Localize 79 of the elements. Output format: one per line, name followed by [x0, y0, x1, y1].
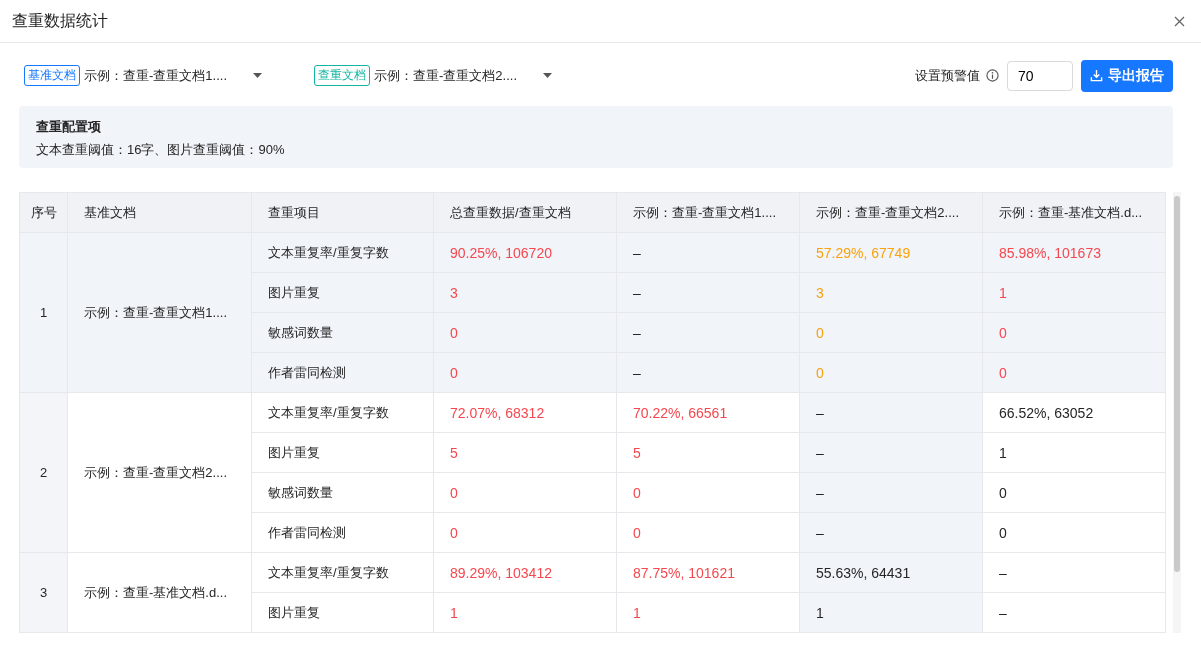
column-header: 示例：查重-查重文档1.... [616, 192, 800, 233]
baseline-select[interactable]: 示例：查重-查重文档1.... [84, 62, 262, 89]
table-cell: – [799, 472, 983, 513]
table-cell: – [616, 312, 800, 353]
table-cell: – [799, 512, 983, 553]
caret-icon [543, 73, 553, 78]
info-icon[interactable] [986, 69, 999, 82]
table-cell: 0 [982, 312, 1166, 353]
table-cell: – [616, 272, 800, 313]
column-header: 总查重数据/查重文档 [433, 192, 617, 233]
export-button[interactable]: 导出报告 [1081, 59, 1173, 92]
table-cell: 作者雷同检测 [251, 512, 434, 553]
table-cell: 0 [799, 312, 983, 353]
column-header: 序号 [19, 192, 68, 233]
scrollbar[interactable] [1173, 192, 1181, 633]
table-cell: 70.22%, 66561 [616, 392, 800, 433]
table-cell: 示例：查重-基准文档.d... [67, 552, 252, 633]
table-cell: – [616, 352, 800, 393]
column-header: 查重项目 [251, 192, 434, 233]
compare-tag: 查重文档 [314, 65, 370, 86]
table-cell: – [799, 432, 983, 473]
table-cell: 57.29%, 67749 [799, 232, 983, 273]
table-cell: 1 [982, 432, 1166, 473]
close-icon[interactable] [1174, 15, 1185, 27]
table-cell: 1 [982, 272, 1166, 313]
table-cell: 0 [982, 512, 1166, 553]
table-cell: 3 [433, 272, 617, 313]
caret-icon [253, 73, 262, 78]
table-cell: 图片重复 [251, 272, 434, 313]
table-cell: 敏感词数量 [251, 312, 434, 353]
column-header: 示例：查重-查重文档2.... [799, 192, 983, 233]
table-cell: 1 [799, 592, 983, 633]
table-cell: 文本重复率/重复字数 [251, 392, 434, 433]
config-title: 查重配置项 [36, 118, 102, 136]
table-cell: 90.25%, 106720 [433, 232, 617, 273]
table-cell: 0 [799, 352, 983, 393]
table-cell: 72.07%, 68312 [433, 392, 617, 433]
table-cell: 文本重复率/重复字数 [251, 232, 434, 273]
table-cell: – [982, 552, 1166, 593]
table-cell: 5 [616, 432, 800, 473]
table-cell: 0 [982, 352, 1166, 393]
table-cell: – [799, 392, 983, 433]
table-cell: 0 [616, 472, 800, 513]
table-cell: 图片重复 [251, 592, 434, 633]
table-cell: 55.63%, 64431 [799, 552, 983, 593]
warning-input[interactable]: 70 [1007, 60, 1073, 91]
column-header: 示例：查重-基准文档.d... [982, 192, 1166, 233]
table-cell: 示例：查重-查重文档1.... [67, 232, 252, 393]
table-cell: 0 [616, 512, 800, 553]
table-cell: 作者雷同检测 [251, 352, 434, 393]
table-cell: 示例：查重-查重文档2.... [67, 392, 252, 553]
column-header: 基准文档 [67, 192, 252, 233]
table-cell: 0 [433, 352, 617, 393]
table-cell: 1 [616, 592, 800, 633]
table-cell: 1 [19, 232, 68, 393]
config-text: 文本查重阈值：16字、图片查重阈值：90% [36, 141, 286, 159]
table-cell: 3 [19, 552, 68, 633]
table-cell: 0 [433, 312, 617, 353]
table-cell: 0 [982, 472, 1166, 513]
table-cell: 89.29%, 103412 [433, 552, 617, 593]
dialog-title: 查重数据统计 [12, 10, 108, 31]
table-cell: 敏感词数量 [251, 472, 434, 513]
table-cell: – [616, 232, 800, 273]
table-cell: 0 [433, 472, 617, 513]
table-cell: 85.98%, 101673 [982, 232, 1166, 273]
compare-select[interactable]: 示例：查重-查重文档2.... [374, 62, 553, 89]
table-cell: 5 [433, 432, 617, 473]
table-cell: 2 [19, 392, 68, 553]
table-cell: 图片重复 [251, 432, 434, 473]
table-cell: 66.52%, 63052 [982, 392, 1166, 433]
table-cell: 1 [433, 592, 617, 633]
table-cell: – [982, 592, 1166, 633]
warning-label: 设置预警值 [915, 66, 980, 85]
table-cell: 文本重复率/重复字数 [251, 552, 434, 593]
download-icon [1090, 69, 1103, 82]
table-cell: 0 [433, 512, 617, 553]
table-cell: 87.75%, 101621 [616, 552, 800, 593]
table-cell: 3 [799, 272, 983, 313]
baseline-tag: 基准文档 [24, 65, 80, 86]
